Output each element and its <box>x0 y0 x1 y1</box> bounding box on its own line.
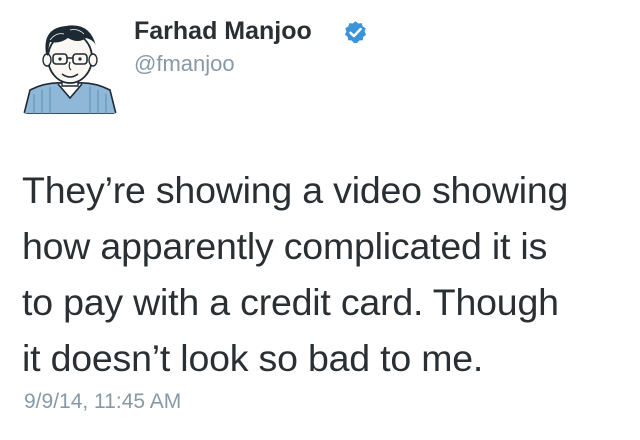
verified-badge-icon <box>343 20 368 45</box>
avatar[interactable] <box>20 14 120 114</box>
tweet-text-line: to pay with a credit card. Though <box>22 281 559 323</box>
tweet-text-line: how apparently complicated it is <box>22 225 548 267</box>
tweet-card: Farhad Manjoo @fmanjoo They’re showing a… <box>0 0 640 440</box>
tweet-text-line: it doesn’t look so bad to me. <box>22 337 484 379</box>
tweet-text: They’re showing a video showing how appa… <box>22 162 622 386</box>
user-handle[interactable]: @fmanjoo <box>134 50 235 78</box>
tweet-timestamp[interactable]: 9/9/14, 11:45 AM <box>24 388 181 416</box>
display-name[interactable]: Farhad Manjoo <box>134 14 312 48</box>
tweet-text-line: They’re showing a video showing <box>22 169 569 211</box>
